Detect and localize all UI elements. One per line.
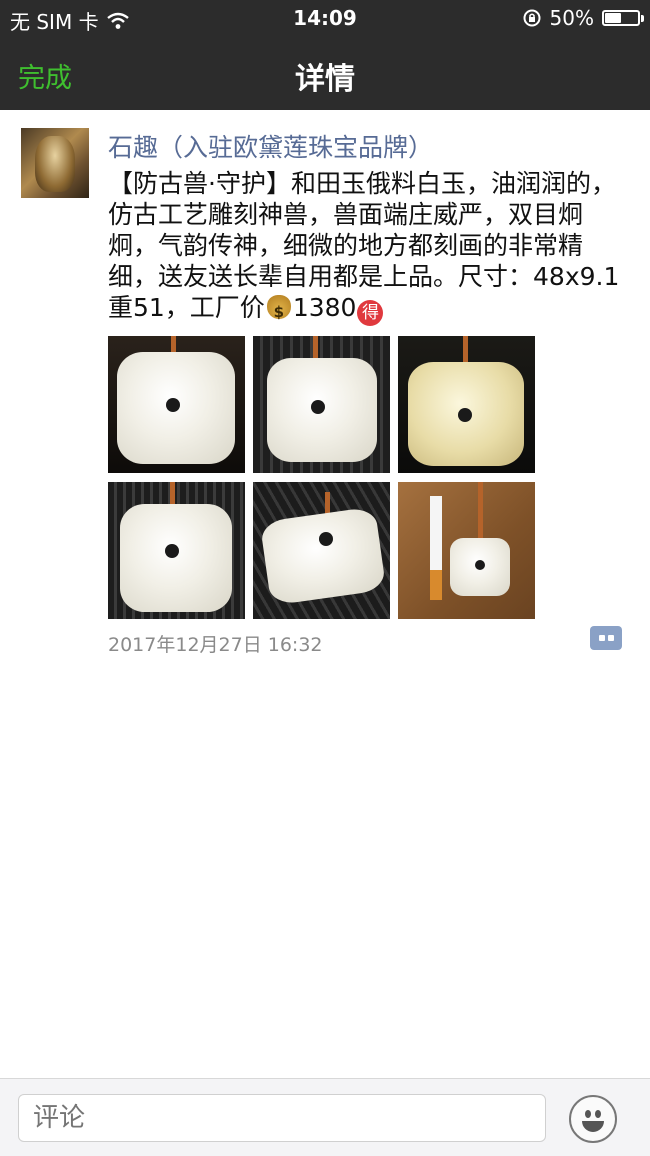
pendant-hole bbox=[165, 544, 179, 558]
post-text: 【防古兽·守护】和田玉俄料白玉，油润润的，仿古工艺雕刻神兽，兽面端庄威严，双目炯… bbox=[108, 168, 623, 328]
price: 1380 bbox=[292, 293, 357, 322]
comment-menu-button[interactable] bbox=[590, 626, 622, 650]
cigarette-image bbox=[430, 496, 442, 570]
comment-input[interactable] bbox=[18, 1094, 546, 1142]
battery-level bbox=[605, 13, 621, 23]
pendant-hole bbox=[311, 400, 325, 414]
photo-thumbnail-6[interactable] bbox=[398, 482, 535, 619]
photo-thumbnail-5[interactable] bbox=[253, 482, 390, 619]
pendant-hole bbox=[166, 398, 180, 412]
emoji-mouth bbox=[582, 1121, 604, 1132]
navigation-bar: 完成 详情 bbox=[0, 36, 650, 110]
cigarette-filter-image bbox=[430, 570, 442, 600]
money-bag-icon bbox=[266, 295, 291, 328]
battery-icon bbox=[602, 10, 644, 26]
status-right: 50% bbox=[522, 6, 644, 30]
page-title: 详情 bbox=[295, 62, 355, 97]
comment-bar bbox=[0, 1078, 650, 1156]
battery-percent: 50% bbox=[549, 6, 594, 30]
photo-thumbnail-3[interactable] bbox=[398, 336, 535, 473]
post-timestamp: 2017年12月27日 16:32 bbox=[108, 634, 323, 656]
avatar[interactable] bbox=[21, 128, 89, 198]
avatar-carving-image bbox=[35, 136, 75, 192]
emoji-eye-left bbox=[585, 1110, 591, 1118]
status-bar: 无 SIM 卡 14:09 50% bbox=[0, 0, 650, 36]
emoji-eye-right bbox=[595, 1110, 601, 1118]
photo-thumbnail-2[interactable] bbox=[253, 336, 390, 473]
jade-pendant-image bbox=[120, 504, 232, 612]
photo-thumbnail-4[interactable] bbox=[108, 482, 245, 619]
jade-pendant-image bbox=[259, 506, 387, 606]
photo-thumbnail-1[interactable] bbox=[108, 336, 245, 473]
author-name[interactable]: 石趣（入驻欧黛莲珠宝品牌） bbox=[108, 128, 433, 164]
rotation-lock-icon bbox=[523, 9, 541, 27]
de-badge-icon: 得 bbox=[357, 300, 384, 326]
pendant-hole bbox=[319, 532, 333, 546]
pendant-hole bbox=[458, 408, 472, 422]
pendant-hole bbox=[475, 560, 485, 570]
post-body: 【防古兽·守护】和田玉俄料白玉，油润润的，仿古工艺雕刻神兽，兽面端庄威严，双目炯… bbox=[108, 169, 620, 322]
emoji-button[interactable] bbox=[569, 1095, 617, 1143]
pendant-cord bbox=[478, 482, 483, 542]
